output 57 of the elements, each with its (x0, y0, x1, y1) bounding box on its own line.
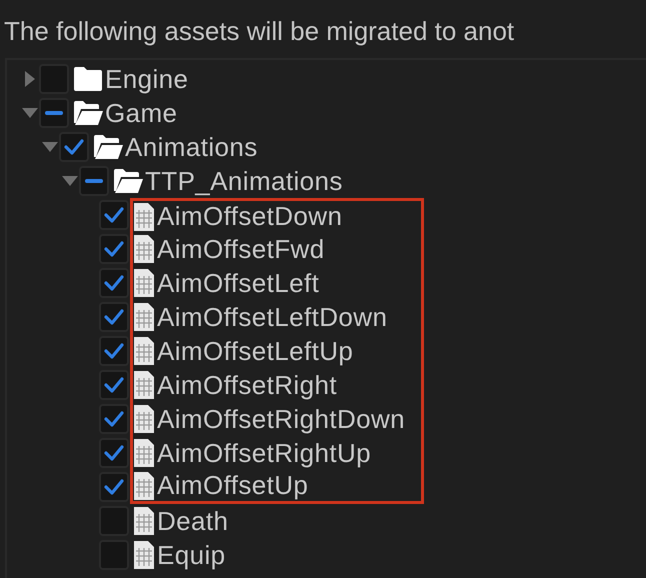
check-mark-icon (103, 274, 125, 292)
expand-arrow-icon[interactable] (62, 176, 78, 186)
grid-document-icon (133, 336, 155, 366)
check-mark-icon (103, 444, 125, 462)
folder-icon (73, 66, 103, 92)
checkbox[interactable] (59, 132, 89, 162)
grid-document-icon (133, 234, 155, 264)
check-mark-icon (63, 138, 85, 156)
tree-item-label[interactable]: Animations (125, 132, 258, 162)
checkbox[interactable] (39, 98, 69, 128)
grid-document-icon (133, 202, 155, 232)
checkbox[interactable] (99, 472, 129, 502)
check-mark-icon (103, 206, 125, 224)
expand-arrow-icon[interactable] (22, 108, 38, 118)
tree-item-label[interactable]: Death (157, 506, 228, 536)
checkbox[interactable] (99, 404, 129, 434)
message-text: The following assets will be migrated to anot (3, 15, 516, 48)
open-folder-icon (113, 168, 143, 194)
tree-item-label[interactable]: AimOffsetLeft (157, 268, 320, 298)
checkbox[interactable] (99, 268, 129, 298)
tree-item-label[interactable]: AimOffsetLeftUp (157, 336, 354, 366)
dash-icon (44, 110, 64, 116)
checkbox[interactable] (79, 166, 109, 196)
check-mark-icon (103, 478, 125, 496)
grid-document-icon (133, 404, 155, 434)
checkbox[interactable] (99, 438, 129, 468)
checkbox[interactable] (99, 370, 129, 400)
open-folder-icon (73, 100, 103, 126)
tree-item-label[interactable]: AimOffsetRightDown (157, 404, 406, 434)
tree-item-label[interactable]: AimOffsetLeftDown (157, 302, 388, 332)
grid-document-icon (133, 302, 155, 332)
grid-document-icon (133, 438, 155, 468)
grid-document-icon (133, 370, 155, 400)
tree-item-label[interactable]: Equip (157, 540, 226, 570)
checkbox[interactable] (99, 234, 129, 264)
tree-item-label[interactable]: AimOffsetFwd (157, 234, 325, 264)
check-mark-icon (103, 240, 125, 258)
grid-document-icon (133, 268, 155, 298)
tree-item-label[interactable]: TTP_Animations (145, 166, 343, 196)
checkbox[interactable] (99, 200, 129, 230)
open-folder-icon (93, 134, 123, 160)
expand-arrow-icon[interactable] (42, 142, 58, 152)
check-mark-icon (103, 410, 125, 428)
checkbox[interactable] (99, 336, 129, 366)
check-mark-icon (103, 376, 125, 394)
dash-icon (84, 178, 104, 184)
tree-item-label[interactable]: AimOffsetRightUp (157, 438, 371, 468)
checkbox[interactable] (99, 302, 129, 332)
check-mark-icon (103, 342, 125, 360)
tree-item-label[interactable]: Engine (105, 64, 188, 94)
grid-document-icon (133, 470, 155, 500)
collapse-arrow-icon[interactable] (25, 71, 35, 87)
grid-document-icon (133, 540, 155, 570)
tree-item-label[interactable]: AimOffsetRight (157, 370, 337, 400)
check-mark-icon (103, 308, 125, 326)
grid-document-icon (133, 506, 155, 536)
tree-item-label[interactable]: Game (105, 98, 178, 128)
